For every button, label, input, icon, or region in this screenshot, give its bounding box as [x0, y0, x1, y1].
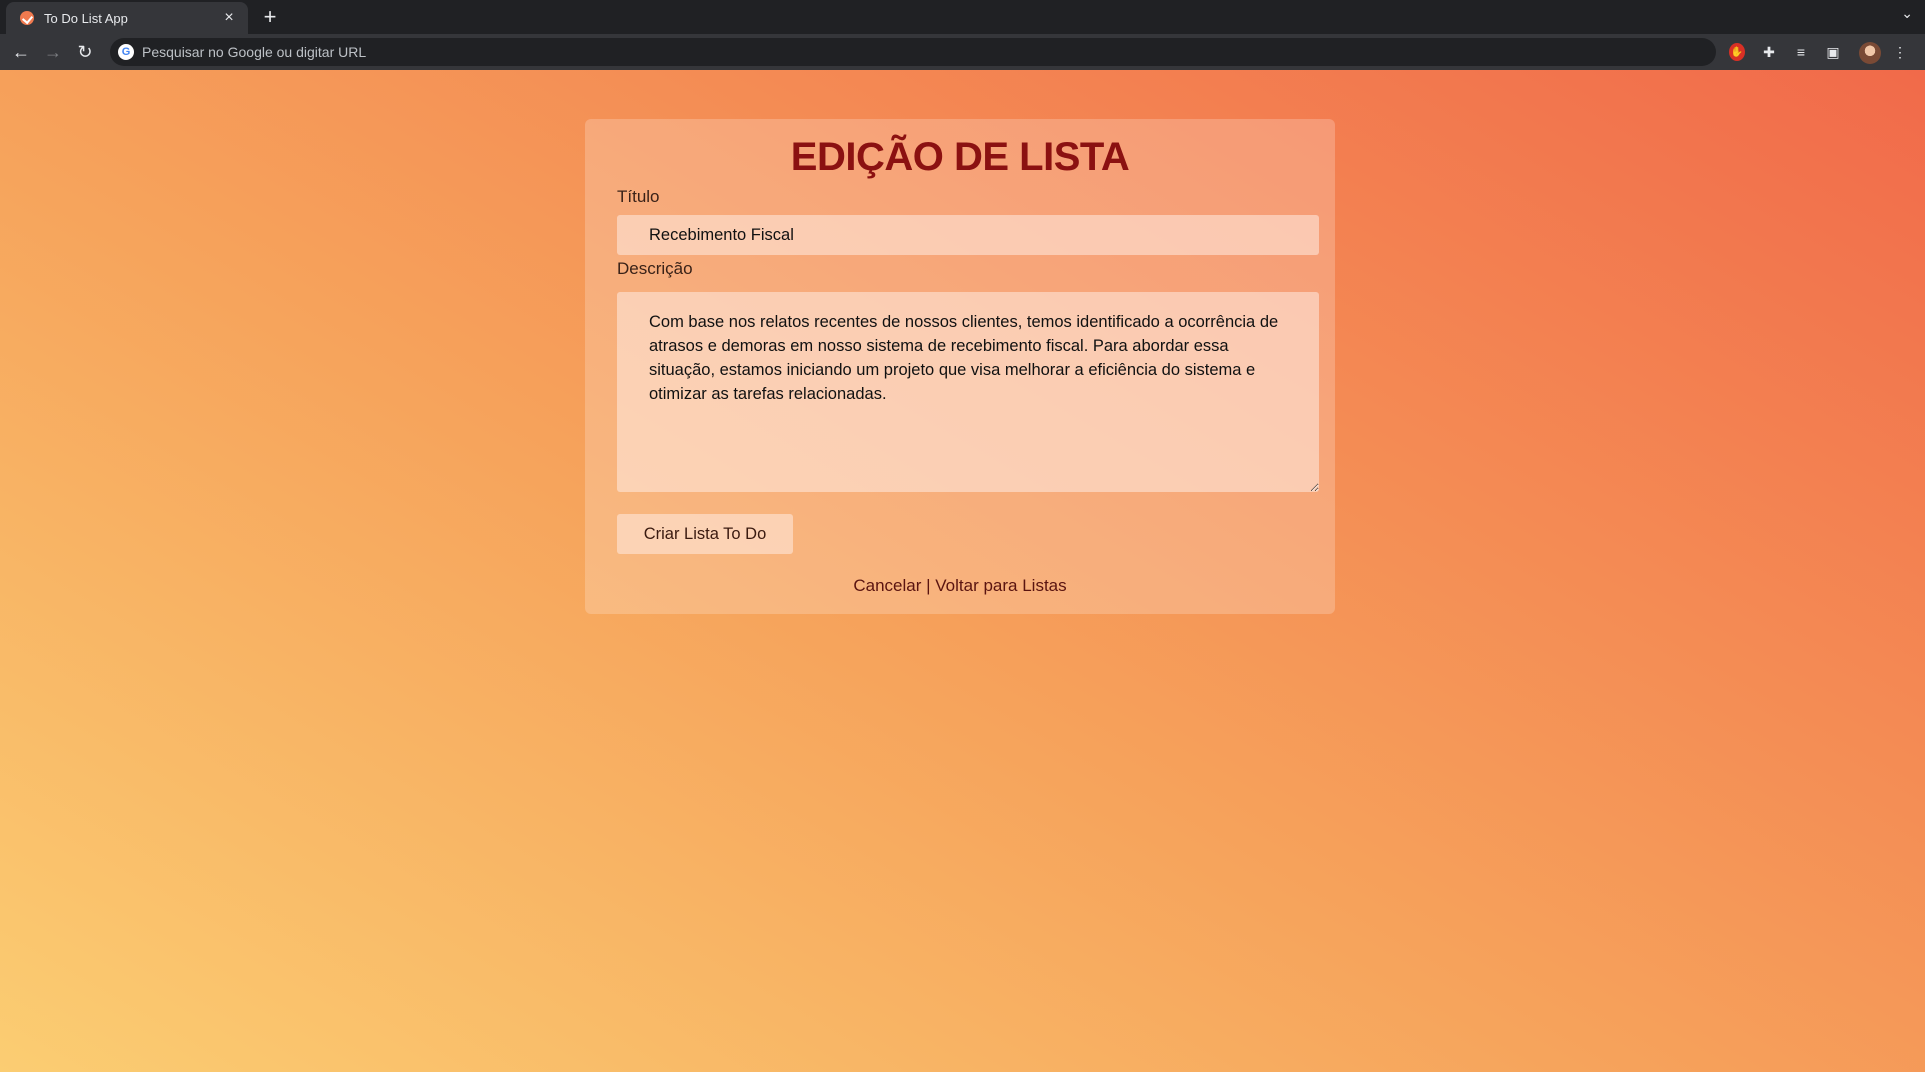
close-icon[interactable]: ×	[220, 9, 238, 27]
back-to-lists-link[interactable]: Voltar para Listas	[935, 576, 1066, 595]
chevron-down-icon[interactable]: ⌄	[1901, 5, 1913, 22]
title-label: Título	[617, 187, 660, 206]
edit-list-card: EDIÇÃO DE LISTA Título Descrição Com bas…	[585, 119, 1335, 614]
title-input[interactable]	[617, 215, 1319, 255]
description-textarea[interactable]: Com base nos relatos recentes de nossos …	[617, 292, 1319, 492]
footer-links: Cancelar | Voltar para Listas	[585, 576, 1335, 596]
puzzle-icon[interactable]: ✚	[1759, 42, 1779, 62]
page-title: EDIÇÃO DE LISTA	[790, 135, 1130, 179]
extension-red-icon[interactable]: ✋	[1729, 43, 1745, 61]
kebab-menu-icon[interactable]: ⋮	[1890, 42, 1910, 62]
tab-title: To Do List App	[44, 10, 128, 26]
plus-icon[interactable]: +	[258, 4, 282, 30]
side-panel-icon[interactable]: ▣	[1823, 42, 1843, 62]
reload-icon[interactable]: ↻	[73, 40, 97, 64]
address-bar[interactable]: G Pesquisar no Google ou digitar URL	[110, 38, 1716, 66]
link-separator: |	[921, 576, 936, 595]
tab-strip: To Do List App × + ⌄	[0, 0, 1925, 34]
reading-list-icon[interactable]: ≡	[1791, 42, 1811, 62]
page-viewport: EDIÇÃO DE LISTA Título Descrição Com bas…	[0, 70, 1925, 1072]
description-label: Descrição	[617, 259, 693, 278]
create-list-button[interactable]: Criar Lista To Do	[617, 514, 793, 554]
avatar[interactable]	[1859, 42, 1881, 64]
google-icon: G	[118, 44, 134, 60]
favicon-check-icon	[20, 11, 34, 25]
address-bar-placeholder: Pesquisar no Google ou digitar URL	[142, 44, 367, 60]
forward-arrow-icon[interactable]: →	[41, 40, 65, 64]
back-arrow-icon[interactable]: ←	[9, 40, 33, 64]
browser-toolbar: ← → ↻ G Pesquisar no Google ou digitar U…	[0, 34, 1925, 70]
browser-tab[interactable]: To Do List App ×	[6, 2, 248, 34]
cancel-link[interactable]: Cancelar	[853, 576, 921, 595]
